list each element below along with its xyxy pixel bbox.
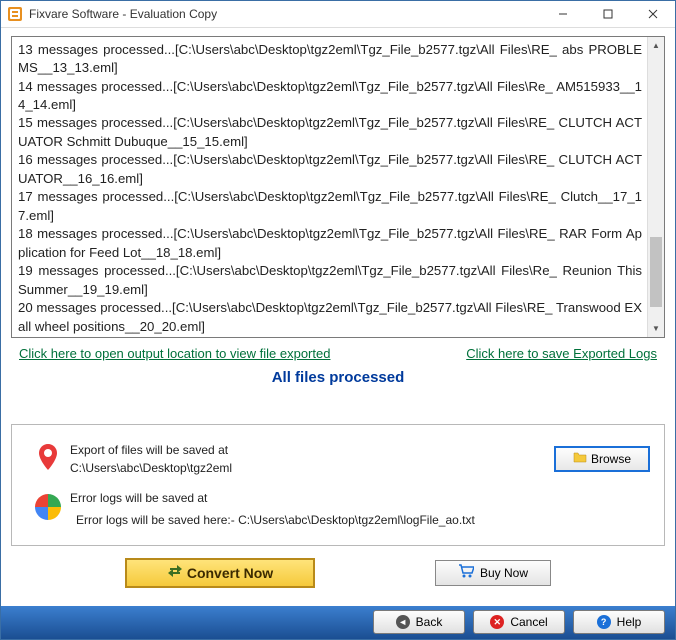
cancel-x-icon: ✕ bbox=[490, 615, 504, 629]
help-label: Help bbox=[617, 615, 642, 629]
log-box: 13 messages processed...[C:\Users\abc\De… bbox=[11, 36, 665, 338]
cancel-button[interactable]: ✕ Cancel bbox=[473, 610, 565, 634]
app-icon bbox=[7, 6, 23, 22]
cart-icon bbox=[458, 564, 474, 581]
open-output-link[interactable]: Click here to open output location to vi… bbox=[19, 346, 330, 361]
titlebar: Fixvare Software - Evaluation Copy bbox=[1, 1, 675, 28]
scroll-down-arrow[interactable]: ▼ bbox=[648, 320, 664, 337]
log-line: 16 messages processed...[C:\Users\abc\De… bbox=[18, 151, 642, 188]
buy-now-button[interactable]: Buy Now bbox=[435, 560, 551, 586]
back-label: Back bbox=[416, 615, 443, 629]
action-row: Convert Now Buy Now bbox=[9, 554, 667, 598]
error-path: Error logs will be saved here:- C:\Users… bbox=[70, 507, 650, 529]
close-button[interactable] bbox=[630, 1, 675, 27]
pie-chart-icon bbox=[34, 493, 62, 524]
log-line: 17 messages processed...[C:\Users\abc\De… bbox=[18, 188, 642, 225]
help-question-icon: ? bbox=[597, 615, 611, 629]
links-row: Click here to open output location to vi… bbox=[9, 344, 667, 367]
back-arrow-icon: ◄ bbox=[396, 615, 410, 629]
log-line: 14 messages processed...[C:\Users\abc\De… bbox=[18, 78, 642, 115]
error-label: Error logs will be saved at bbox=[70, 489, 650, 507]
save-panel: Export of files will be saved at C:\User… bbox=[11, 424, 665, 546]
scroll-thumb[interactable] bbox=[650, 237, 662, 307]
cancel-label: Cancel bbox=[510, 615, 547, 629]
folder-icon bbox=[573, 451, 587, 466]
window-title: Fixvare Software - Evaluation Copy bbox=[29, 7, 540, 21]
save-logs-link[interactable]: Click here to save Exported Logs bbox=[466, 346, 657, 361]
log-line: 18 messages processed...[C:\Users\abc\De… bbox=[18, 225, 642, 262]
log-line: 20 messages processed...[C:\Users\abc\De… bbox=[18, 299, 642, 336]
export-label: Export of files will be saved at bbox=[70, 441, 540, 459]
status-message: All files processed bbox=[9, 367, 667, 396]
convert-now-button[interactable]: Convert Now bbox=[125, 558, 315, 588]
convert-label: Convert Now bbox=[187, 565, 273, 581]
window-controls bbox=[540, 1, 675, 27]
export-path: C:\Users\abc\Desktop\tgz2eml bbox=[70, 459, 540, 477]
content-area: 13 messages processed...[C:\Users\abc\De… bbox=[1, 28, 675, 606]
export-row: Export of files will be saved at C:\User… bbox=[26, 435, 650, 483]
maximize-button[interactable] bbox=[585, 1, 630, 27]
minimize-button[interactable] bbox=[540, 1, 585, 27]
log-scrollbar[interactable]: ▲ ▼ bbox=[647, 37, 664, 337]
buy-label: Buy Now bbox=[480, 566, 528, 580]
location-pin-icon bbox=[36, 442, 60, 475]
footer-bar: ◄ Back ✕ Cancel ? Help bbox=[1, 606, 675, 639]
back-button[interactable]: ◄ Back bbox=[373, 610, 465, 634]
help-button[interactable]: ? Help bbox=[573, 610, 665, 634]
error-row: Error logs will be saved at Error logs w… bbox=[26, 483, 650, 535]
log-line: 15 messages processed...[C:\Users\abc\De… bbox=[18, 114, 642, 151]
log-line: 19 messages processed...[C:\Users\abc\De… bbox=[18, 262, 642, 299]
browse-button[interactable]: Browse bbox=[554, 446, 650, 472]
log-viewport[interactable]: 13 messages processed...[C:\Users\abc\De… bbox=[12, 37, 664, 337]
app-window: Fixvare Software - Evaluation Copy 13 me… bbox=[0, 0, 676, 640]
browse-label: Browse bbox=[591, 452, 631, 466]
convert-icon bbox=[167, 563, 183, 582]
log-line: 13 messages processed...[C:\Users\abc\De… bbox=[18, 41, 642, 78]
scroll-up-arrow[interactable]: ▲ bbox=[648, 37, 664, 54]
